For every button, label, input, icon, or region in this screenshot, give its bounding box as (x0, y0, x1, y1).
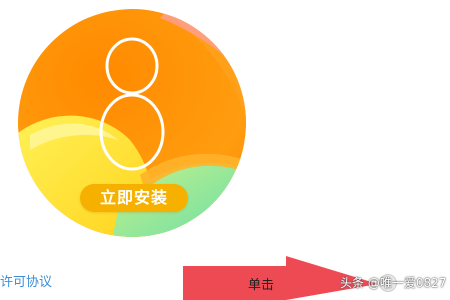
install-now-button[interactable]: 立即安装 (80, 184, 188, 212)
click-hint-label: 单击 (248, 278, 275, 293)
logo-digit: 8 (0, 0, 10, 4)
watermark-text: 头条 @唯一爱0827 (340, 276, 447, 290)
installer-logo-icon: 8 (0, 0, 246, 237)
license-agreement-link[interactable]: 许可协议 (0, 275, 52, 291)
installer-window: 8 立即安装 许可协议 单击 ◦ 头条 @唯一爱0827 (0, 0, 450, 300)
